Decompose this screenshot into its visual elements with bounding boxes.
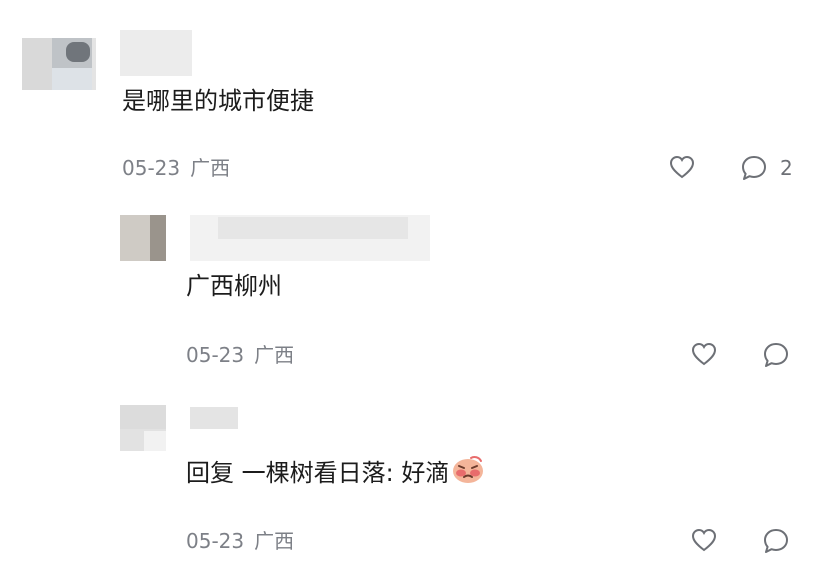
comment-location: 广西 (190, 156, 231, 180)
reply-meta: 05-23 广西 (186, 529, 294, 553)
reply-date: 05-23 (186, 529, 245, 553)
reply-text: 回复 一棵树看日落: 好滴 (186, 455, 485, 488)
speech-bubble-icon (742, 156, 766, 180)
comment-text: 是哪里的城市便捷 (122, 87, 314, 115)
reply-item: 广西柳州 05-23 广西 (0, 195, 826, 385)
reply-meta: 05-23 广西 (186, 343, 294, 367)
heart-outline-icon (669, 155, 695, 179)
comment-date: 05-23 (122, 156, 181, 180)
username-redacted[interactable] (190, 407, 238, 429)
reply-text: 广西柳州 (186, 272, 282, 300)
comment-meta: 05-23 广西 (122, 156, 230, 180)
reply-button[interactable] (762, 341, 790, 369)
embarrassed-face-emoji (453, 456, 484, 483)
reply-button[interactable]: 2 (740, 154, 793, 182)
reply-text-content: 回复 一棵树看日落: 好滴 (186, 459, 450, 487)
heart-outline-icon (691, 342, 717, 366)
reply-location: 广西 (254, 529, 295, 553)
avatar[interactable] (120, 405, 166, 451)
heart-outline-icon (691, 528, 717, 552)
avatar[interactable] (22, 38, 96, 90)
like-button[interactable] (668, 154, 696, 180)
reply-item: 回复 一棵树看日落: 好滴 05-23 广西 (0, 385, 826, 572)
username-redacted[interactable] (120, 30, 192, 76)
speech-bubble-icon (764, 343, 788, 367)
username-redacted-detail (218, 217, 408, 239)
reply-location: 广西 (254, 343, 295, 367)
reply-button[interactable] (762, 527, 790, 555)
avatar[interactable] (120, 215, 166, 261)
like-button[interactable] (690, 527, 718, 553)
speech-bubble-icon (764, 529, 788, 553)
like-button[interactable] (690, 341, 718, 367)
reply-date: 05-23 (186, 343, 245, 367)
comment-item: 是哪里的城市便捷 05-23 广西 2 (0, 0, 826, 195)
reply-count: 2 (780, 156, 793, 180)
